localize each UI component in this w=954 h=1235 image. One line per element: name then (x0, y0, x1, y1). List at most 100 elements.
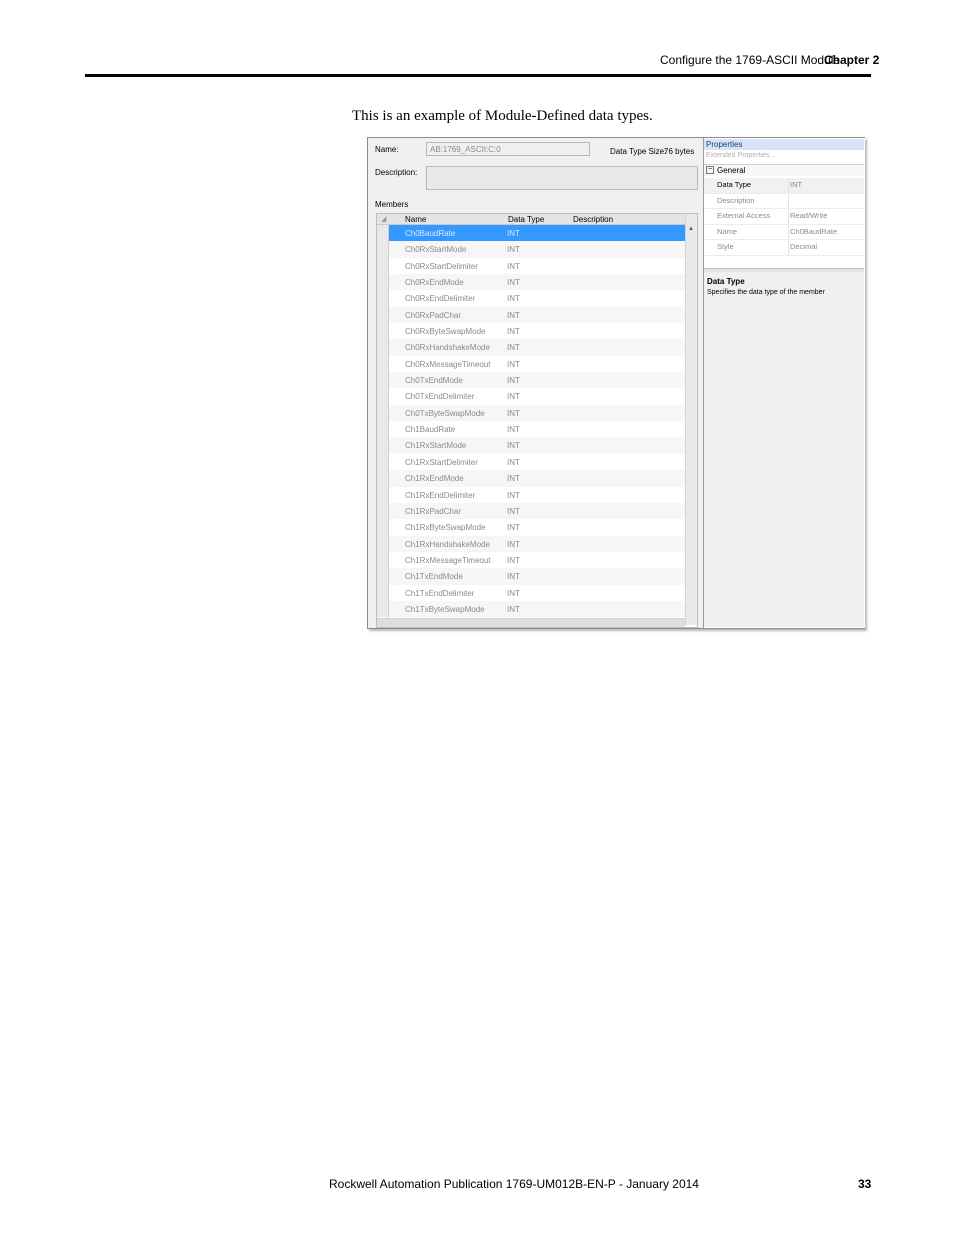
member-type-cell[interactable]: INT (507, 327, 520, 336)
table-row[interactable]: Ch0RxStartDelimiter INT (377, 257, 685, 275)
row-selector[interactable] (377, 404, 389, 422)
property-value[interactable]: Ch0BaudRate (790, 227, 837, 236)
member-type-cell[interactable]: INT (507, 458, 520, 467)
member-name-cell[interactable]: Ch1TxByteSwapMode (405, 605, 485, 614)
row-selector[interactable] (377, 306, 389, 324)
row-selector[interactable] (377, 241, 389, 258)
row-selector[interactable] (377, 502, 389, 520)
table-row[interactable]: Ch1RxPadChar INT (377, 502, 685, 520)
scroll-up-arrow-icon[interactable]: ▲ (688, 226, 694, 232)
member-name-cell[interactable]: Ch0RxStartMode (405, 245, 466, 254)
general-group-row[interactable]: − General (704, 164, 864, 176)
member-name-cell[interactable]: Ch1TxEndMode (405, 572, 463, 581)
member-name-cell[interactable]: Ch0TxEndMode (405, 376, 463, 385)
row-selector[interactable] (377, 584, 389, 601)
table-row[interactable]: Ch0RxMessageTimeout INT (377, 355, 685, 373)
row-selector[interactable] (377, 551, 389, 569)
table-row[interactable]: Ch0RxStartMode INT (377, 241, 685, 258)
property-row[interactable]: External Access Read/Write (704, 209, 864, 225)
member-type-cell[interactable]: INT (507, 425, 520, 434)
member-name-cell[interactable]: Ch0TxEndDelimiter (405, 392, 474, 401)
members-grid[interactable]: ◢ Name Data Type Description Ch0BaudRate… (376, 213, 698, 628)
property-value[interactable]: Decimal (790, 242, 817, 251)
member-name-cell[interactable]: Ch0RxStartDelimiter (405, 262, 478, 271)
member-name-cell[interactable]: Ch0TxByteSwapMode (405, 409, 485, 418)
table-row[interactable]: Ch0RxHandshakeMode INT (377, 339, 685, 356)
table-row[interactable]: Ch1TxEndDelimiter INT (377, 584, 685, 601)
member-name-cell[interactable]: Ch1RxEndDelimiter (405, 491, 475, 500)
row-selector[interactable] (377, 453, 389, 471)
member-type-cell[interactable]: INT (507, 376, 520, 385)
name-field[interactable]: AB:1769_ASCII:C:0 (426, 142, 590, 156)
table-row[interactable]: Ch1RxMessageTimeout INT (377, 551, 685, 569)
table-row[interactable]: Ch0RxByteSwapMode INT (377, 323, 685, 340)
member-name-cell[interactable]: Ch0BaudRate (405, 229, 455, 238)
member-name-cell[interactable]: Ch0RxMessageTimeout (405, 360, 491, 369)
table-row[interactable]: Ch1RxEndMode INT (377, 470, 685, 487)
row-selector[interactable] (377, 372, 389, 389)
collapse-minus-icon[interactable]: − (706, 166, 714, 174)
row-selector[interactable] (377, 437, 389, 454)
row-selector[interactable] (377, 519, 389, 536)
row-selector[interactable] (377, 486, 389, 503)
member-type-cell[interactable]: INT (507, 589, 520, 598)
row-selector[interactable] (377, 535, 389, 552)
member-name-cell[interactable]: Ch1RxMessageTimeout (405, 556, 491, 565)
column-header-name[interactable]: Name (405, 215, 426, 224)
member-type-cell[interactable]: INT (507, 605, 520, 614)
row-selector[interactable] (377, 470, 389, 487)
member-name-cell[interactable]: Ch1RxByteSwapMode (405, 523, 485, 532)
property-row[interactable]: Data Type INT (704, 178, 864, 194)
description-field[interactable] (426, 166, 698, 190)
member-name-cell[interactable]: Ch1RxEndMode (405, 474, 464, 483)
member-type-cell[interactable]: INT (507, 474, 520, 483)
table-row[interactable]: Ch1BaudRate INT (377, 421, 685, 438)
member-type-cell[interactable]: INT (507, 507, 520, 516)
member-type-cell[interactable]: INT (507, 229, 520, 238)
row-selector[interactable] (377, 355, 389, 373)
member-name-cell[interactable]: Ch1RxStartDelimiter (405, 458, 478, 467)
member-name-cell[interactable]: Ch0RxEndDelimiter (405, 294, 475, 303)
table-row[interactable]: Ch0TxEndMode INT (377, 372, 685, 389)
row-selector[interactable] (377, 339, 389, 356)
table-row[interactable]: Ch0RxEndMode INT (377, 274, 685, 291)
row-selector[interactable] (377, 274, 389, 291)
property-row[interactable]: Name Ch0BaudRate (704, 224, 864, 240)
member-type-cell[interactable]: INT (507, 245, 520, 254)
member-type-cell[interactable]: INT (507, 311, 520, 320)
table-row[interactable]: Ch0BaudRate INT (377, 225, 685, 242)
member-type-cell[interactable]: INT (507, 523, 520, 532)
property-row[interactable]: Description (704, 193, 864, 209)
member-type-cell[interactable]: INT (507, 294, 520, 303)
row-selector[interactable] (377, 568, 389, 585)
member-name-cell[interactable]: Ch1BaudRate (405, 425, 455, 434)
member-type-cell[interactable]: INT (507, 409, 520, 418)
extended-properties-link[interactable]: Extended Properties... (706, 152, 775, 159)
member-type-cell[interactable]: INT (507, 360, 520, 369)
member-type-cell[interactable]: INT (507, 278, 520, 287)
column-header-data-type[interactable]: Data Type (508, 215, 544, 224)
table-row[interactable]: Ch1TxByteSwapMode INT (377, 600, 685, 618)
table-row[interactable]: Ch0RxPadChar INT (377, 306, 685, 324)
table-row[interactable]: Ch0RxEndDelimiter INT (377, 290, 685, 307)
table-row[interactable]: Ch1RxHandshakeMode INT (377, 535, 685, 552)
table-row[interactable]: Ch1RxByteSwapMode INT (377, 519, 685, 536)
property-value[interactable]: Read/Write (790, 211, 827, 220)
column-header-description[interactable]: Description (573, 215, 613, 224)
row-selector[interactable] (377, 290, 389, 307)
member-type-cell[interactable]: INT (507, 540, 520, 549)
table-row[interactable]: Ch0TxEndDelimiter INT (377, 388, 685, 405)
row-selector[interactable] (377, 257, 389, 275)
member-name-cell[interactable]: Ch0RxHandshakeMode (405, 343, 490, 352)
property-row[interactable]: Style Decimal (704, 240, 864, 256)
member-type-cell[interactable]: INT (507, 491, 520, 500)
row-selector[interactable] (377, 421, 389, 438)
member-type-cell[interactable]: INT (507, 572, 520, 581)
row-selector[interactable] (377, 225, 389, 242)
sort-triangle-icon[interactable]: ◢ (381, 215, 386, 223)
member-name-cell[interactable]: Ch1RxStartMode (405, 441, 466, 450)
member-name-cell[interactable]: Ch0RxByteSwapMode (405, 327, 485, 336)
member-name-cell[interactable]: Ch1RxHandshakeMode (405, 540, 490, 549)
table-row[interactable]: Ch1RxStartDelimiter INT (377, 453, 685, 471)
member-type-cell[interactable]: INT (507, 556, 520, 565)
